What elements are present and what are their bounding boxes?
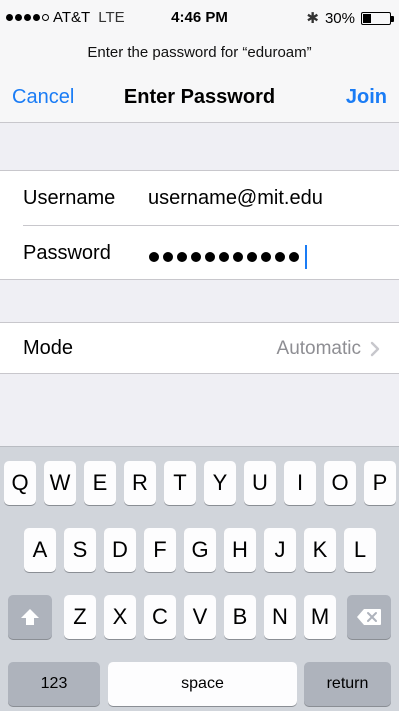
password-dot <box>247 252 257 262</box>
password-dot <box>205 252 215 262</box>
key-n[interactable]: N <box>264 595 296 639</box>
numbers-key[interactable]: 123 <box>8 662 100 706</box>
password-dot <box>219 252 229 262</box>
shift-key[interactable] <box>8 595 52 639</box>
password-dot <box>191 252 201 262</box>
key-p[interactable]: P <box>364 461 396 505</box>
mode-value: Automatic <box>276 338 361 359</box>
text-cursor <box>305 245 307 269</box>
shift-arrow-icon <box>21 609 39 625</box>
password-dot <box>177 252 187 262</box>
key-m[interactable]: M <box>304 595 336 639</box>
network-prompt: Enter the password for “eduroam” <box>87 44 312 61</box>
password-label: Password <box>23 242 111 264</box>
delete-key[interactable] <box>347 595 391 639</box>
page-title: Enter Password <box>123 86 276 108</box>
header: AT&T LTE 4:46 PM ✱ 30% Enter the passwor… <box>0 0 399 123</box>
backspace-icon <box>357 609 381 625</box>
key-z[interactable]: Z <box>64 595 96 639</box>
username-row[interactable]: Username username@mit.edu <box>0 171 399 226</box>
key-d[interactable]: D <box>104 528 136 572</box>
mode-row[interactable]: Mode Automatic <box>0 322 399 374</box>
keyboard: 123 space return QWERTYUIOP ASDFGHJKL ZXCV… <box>0 446 399 711</box>
key-w[interactable]: W <box>44 461 76 505</box>
key-j[interactable]: J <box>264 528 296 572</box>
key-v[interactable]: V <box>184 595 216 639</box>
key-s[interactable]: S <box>64 528 96 572</box>
key-t[interactable]: T <box>164 461 196 505</box>
password-dot <box>261 252 271 262</box>
username-label: Username <box>23 187 116 209</box>
key-f[interactable]: F <box>144 528 176 572</box>
password-dot <box>289 252 299 262</box>
password-dot <box>275 252 285 262</box>
credentials-group: Username username@mit.edu Password <box>0 170 399 280</box>
key-i[interactable]: I <box>284 461 316 505</box>
password-field[interactable] <box>149 245 307 269</box>
chevron-right-icon <box>370 341 380 357</box>
battery-icon <box>361 11 394 25</box>
key-x[interactable]: X <box>104 595 136 639</box>
join-button[interactable]: Join <box>346 86 387 109</box>
key-e[interactable]: E <box>84 461 116 505</box>
battery-status: ✱ 30% <box>306 9 394 27</box>
key-o[interactable]: O <box>324 461 356 505</box>
password-dot <box>233 252 243 262</box>
key-h[interactable]: H <box>224 528 256 572</box>
battery-percent: 30% <box>324 9 355 27</box>
password-dot <box>149 252 159 262</box>
key-k[interactable]: K <box>304 528 336 572</box>
bluetooth-icon: ✱ <box>306 10 319 27</box>
password-row[interactable]: Password <box>0 226 399 281</box>
key-y[interactable]: Y <box>204 461 236 505</box>
key-g[interactable]: G <box>184 528 216 572</box>
username-field[interactable]: username@mit.edu <box>148 187 323 210</box>
key-c[interactable]: C <box>144 595 176 639</box>
key-l[interactable]: L <box>344 528 376 572</box>
return-key[interactable]: return <box>304 662 391 706</box>
key-r[interactable]: R <box>124 461 156 505</box>
key-a[interactable]: A <box>24 528 56 572</box>
navigation-bar: Cancel Enter Password Join <box>0 80 399 114</box>
key-q[interactable]: Q <box>4 461 36 505</box>
key-u[interactable]: U <box>244 461 276 505</box>
mode-label: Mode <box>23 337 74 359</box>
key-b[interactable]: B <box>224 595 256 639</box>
status-bar: AT&T LTE 4:46 PM ✱ 30% <box>0 0 399 34</box>
password-dot <box>163 252 173 262</box>
space-key[interactable]: space <box>108 662 297 706</box>
